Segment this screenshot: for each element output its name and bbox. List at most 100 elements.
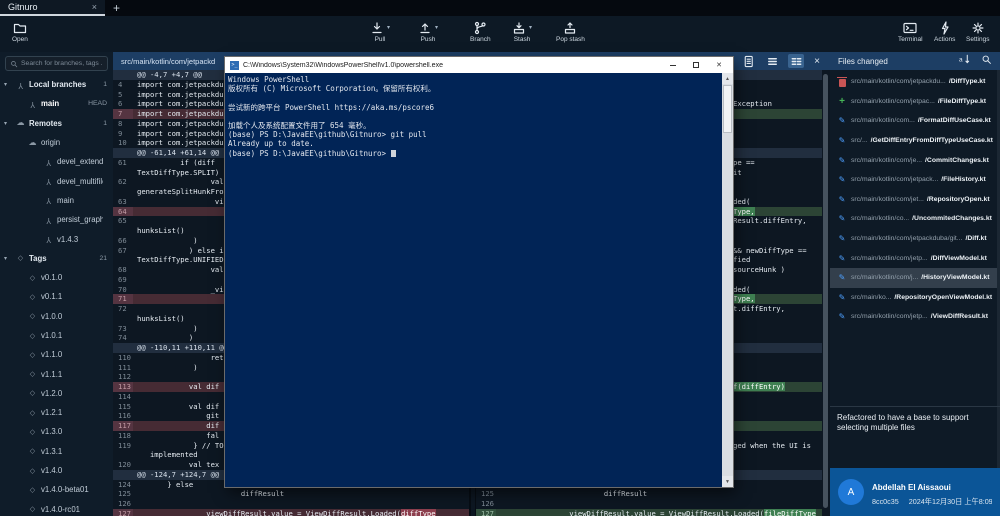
new-tab-button[interactable]: +: [105, 0, 128, 16]
sidebar-row[interactable]: v1.1.0: [0, 345, 113, 364]
diff-scrollbar[interactable]: [823, 74, 828, 508]
terminal-prompt[interactable]: (base) PS D:\JavaEE\github\Gitnuro>: [228, 149, 719, 158]
maximize-icon[interactable]: [693, 62, 699, 68]
file-path: src/...: [851, 137, 868, 144]
terminal-button[interactable]: Terminal: [898, 20, 923, 43]
powershell-scrollbar[interactable]: ▲ ▼: [722, 73, 733, 487]
push-arrow-icon: [418, 21, 432, 35]
changed-file-row[interactable]: src/main/ko... /RepositoryOpenViewModel.…: [830, 288, 997, 308]
changed-file-row[interactable]: src/main/kotlin/com/j... /HistoryViewMod…: [830, 268, 997, 288]
scroll-up-icon[interactable]: ▲: [722, 73, 733, 84]
sidebar-row[interactable]: main: [0, 191, 113, 210]
branch-button[interactable]: Branch: [470, 20, 491, 43]
line-number: 126: [476, 499, 496, 509]
pop-stash-button[interactable]: Pop stash: [556, 20, 585, 43]
changed-file-row[interactable]: src/main/kotlin/com/jetp... /ViewDiffRes…: [830, 307, 997, 327]
powershell-window[interactable]: >_ C:\Windows\System32\WindowsPowerShell…: [225, 57, 733, 487]
actions-button[interactable]: Actions: [934, 20, 955, 43]
changed-file-row[interactable]: src/main/kotlin/com/jetpack... /FileHist…: [830, 170, 997, 190]
changed-files-list: src/main/kotlin/com/jetpackdu... /DiffTy…: [830, 72, 997, 327]
row-type-icon: [28, 332, 37, 340]
search-input[interactable]: [21, 60, 103, 67]
stash-button[interactable]: ▾ Stash: [512, 20, 532, 43]
sidebar-row[interactable]: devel_extend_termina: [0, 152, 113, 171]
line-number: 127: [113, 509, 133, 516]
sidebar-row[interactable]: persist_graph_paddin: [0, 210, 113, 229]
sidebar-row[interactable]: v1.0.0: [0, 307, 113, 326]
sidebar-row[interactable]: v0.1.1: [0, 287, 113, 306]
close-diff-icon[interactable]: ×: [812, 56, 822, 67]
chevron-down-icon[interactable]: ▾: [529, 25, 532, 31]
sidebar-row[interactable]: v1.0.1: [0, 326, 113, 345]
row-type-icon: [28, 409, 37, 417]
sidebar-row[interactable]: v1.3.0: [0, 422, 113, 441]
sidebar-row[interactable]: ▾ Tags 21: [0, 249, 113, 268]
row-label: v0.1.1: [41, 292, 103, 301]
sidebar-row[interactable]: v1.4.0: [0, 461, 113, 480]
scrollbar-thumb[interactable]: [723, 85, 732, 133]
changed-file-row[interactable]: src/main/kotlin/com/jetpac... /FileDiffT…: [830, 92, 997, 112]
push-button[interactable]: ▾ Push: [418, 20, 438, 43]
scroll-down-icon[interactable]: ▼: [722, 476, 733, 487]
changed-file-row[interactable]: src/main/kotlin/com/je... /CommitChanges…: [830, 150, 997, 170]
unified-view-icon[interactable]: [764, 54, 780, 68]
changed-file-row[interactable]: src/main/kotlin/com/jet... /RepositoryOp…: [830, 190, 997, 210]
sidebar-row[interactable]: main HEAD: [0, 94, 113, 113]
line-number: 110: [113, 353, 133, 363]
sidebar-row[interactable]: v1.2.0: [0, 384, 113, 403]
split-view-icon[interactable]: [788, 54, 804, 68]
changed-file-row[interactable]: src/main/kotlin/com... /FormatDiffUseCas…: [830, 111, 997, 131]
row-label: main: [57, 196, 103, 205]
file-name: /FormatDiffUseCase.kt: [918, 117, 991, 124]
chevron-down-icon[interactable]: ▾: [387, 25, 390, 31]
commit-author-bar[interactable]: A Abdellah El Aissaoui 8cc0c35 2024年12月3…: [830, 468, 1000, 516]
open-repository-button[interactable]: Open: [12, 20, 28, 43]
repository-tab[interactable]: Gitnuro ×: [0, 0, 105, 16]
file-path: src/main/kotlin/com/jetpackdu...: [851, 78, 946, 85]
settings-button[interactable]: Settings: [966, 20, 990, 43]
sidebar-row[interactable]: v1.2.1: [0, 403, 113, 422]
sidebar-row[interactable]: v1.1.1: [0, 364, 113, 383]
sidebar-row[interactable]: devel_multifile_select: [0, 171, 113, 190]
search-files-icon[interactable]: [981, 52, 992, 70]
file-path: src/main/kotlin/com/jet...: [851, 196, 924, 203]
changed-file-row[interactable]: src/main/kotlin/co... /UncommitedChanges…: [830, 209, 997, 229]
file-status-icon: [836, 115, 848, 127]
sidebar-row[interactable]: v0.1.0: [0, 268, 113, 287]
powershell-terminal[interactable]: Windows PowerShell 版权所有 (C) Microsoft Co…: [225, 73, 733, 487]
commit-hash: 8cc0c35: [872, 497, 899, 507]
sidebar-row[interactable]: v1.4.3: [0, 229, 113, 248]
file-name: /DiffType.kt: [949, 78, 986, 85]
sort-files-icon[interactable]: a: [958, 52, 971, 70]
changed-file-row[interactable]: src/main/kotlin/com/jetp... /DiffViewMod…: [830, 248, 997, 268]
chevron-down-icon[interactable]: ▾: [435, 25, 438, 31]
chevron-down-icon[interactable]: ▾: [4, 81, 12, 88]
chevron-down-icon[interactable]: ▾: [4, 255, 12, 262]
sidebar-row[interactable]: ▾ Remotes 1: [0, 114, 113, 133]
row-badge: 1: [103, 120, 113, 127]
close-icon[interactable]: ✕: [716, 62, 722, 69]
sidebar-row[interactable]: v1.4.0-rc01: [0, 500, 113, 516]
pull-button[interactable]: ▾ Pull: [370, 20, 390, 43]
file-path: src/main/kotlin/com/je...: [851, 157, 922, 164]
sidebar-row[interactable]: ▾ Local branches 1: [0, 75, 113, 94]
file-document-icon[interactable]: [740, 54, 756, 68]
sidebar-row[interactable]: v1.3.1: [0, 442, 113, 461]
terminal-cursor: [391, 150, 396, 157]
line-number: 120: [113, 460, 133, 470]
powershell-title-bar[interactable]: >_ C:\Windows\System32\WindowsPowerShell…: [225, 57, 733, 73]
file-status-icon: [836, 233, 848, 245]
branch-search-box[interactable]: [5, 56, 108, 71]
minimize-icon[interactable]: [670, 65, 676, 66]
file-name: /CommitChanges.kt: [925, 157, 989, 164]
changed-file-row[interactable]: src/main/kotlin/com/jetpackduba/git... /…: [830, 229, 997, 249]
line-number: 113: [113, 382, 133, 392]
file-path: src/main/kotlin/com/jetpackduba/git...: [851, 235, 962, 242]
sidebar-row[interactable]: v1.4.0-beta01: [0, 480, 113, 499]
diff-line: 125 diffResult: [113, 489, 469, 499]
chevron-down-icon[interactable]: ▾: [4, 120, 12, 127]
changed-file-row[interactable]: src/main/kotlin/com/jetpackdu... /DiffTy…: [830, 72, 997, 92]
close-tab-icon[interactable]: ×: [92, 2, 97, 12]
sidebar-row[interactable]: origin: [0, 133, 113, 152]
changed-file-row[interactable]: src/... /GetDiffEntryFromDiffTypeUseCase…: [830, 131, 997, 151]
